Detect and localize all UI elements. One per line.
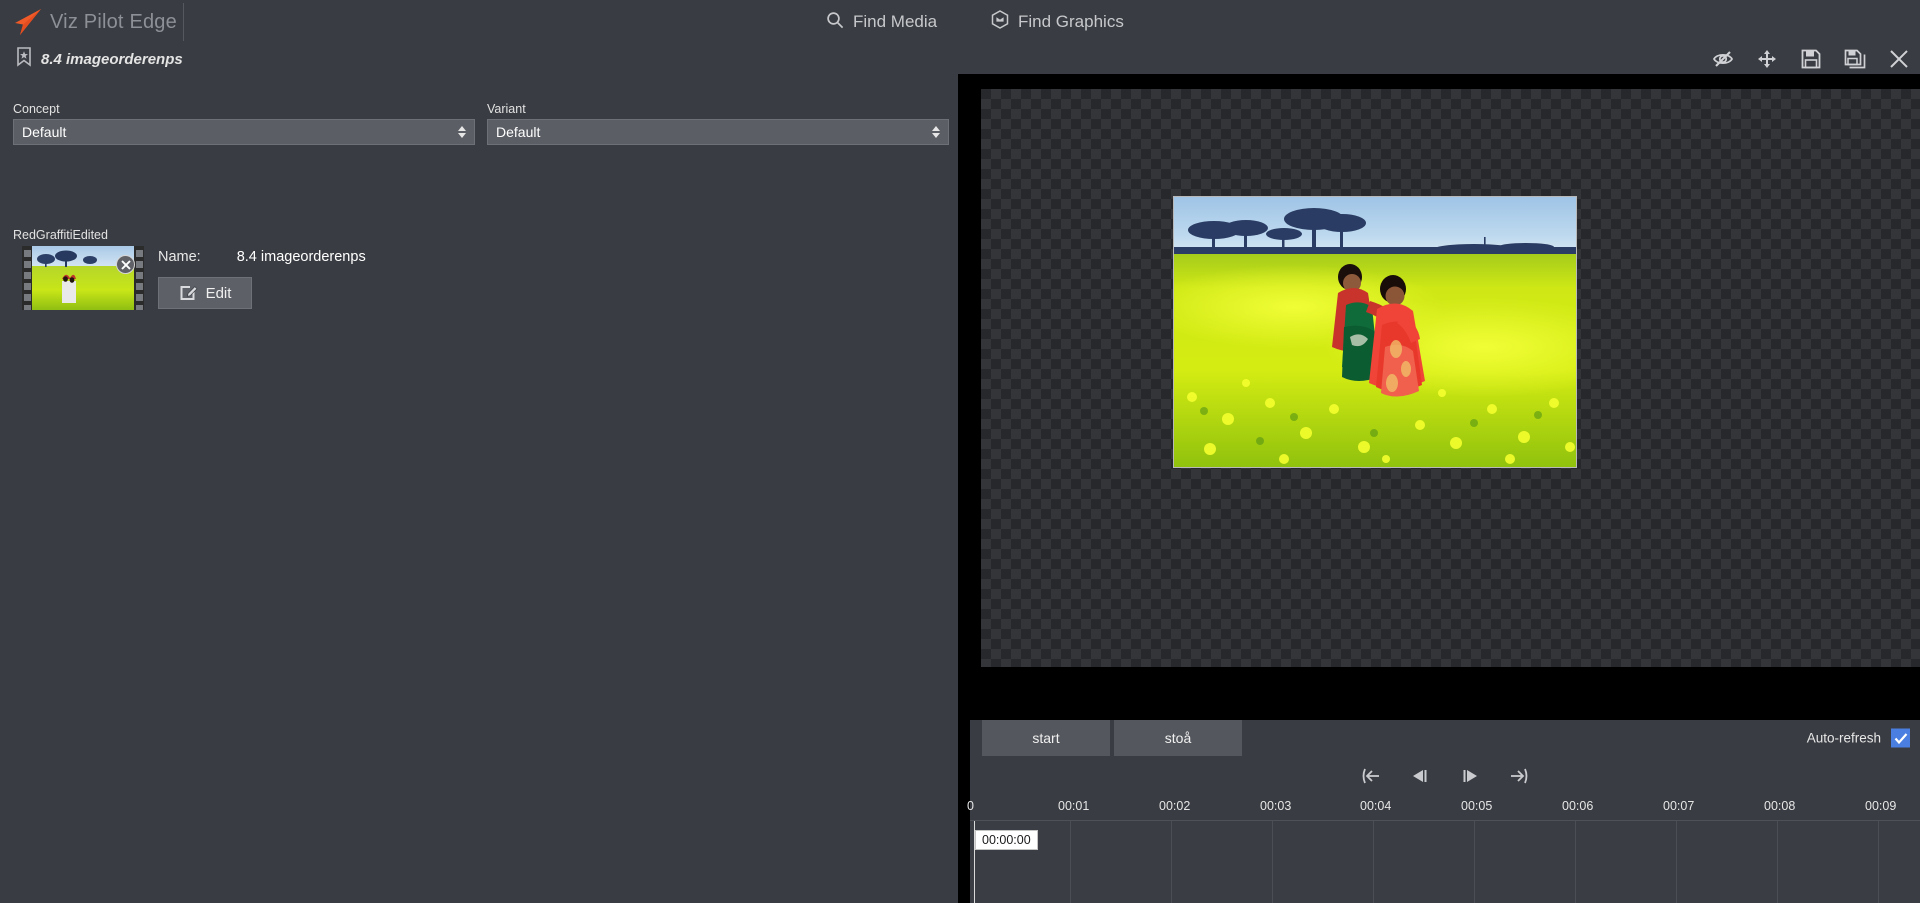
timeline-tick: 00:03 — [1260, 799, 1292, 813]
thumbnail-image — [32, 246, 134, 310]
eye-off-icon[interactable] — [1712, 48, 1734, 70]
variant-label: Variant — [487, 102, 526, 116]
document-title-row: 8.4 imageorderenps — [0, 44, 1920, 74]
timeline-tick: 00:01 — [1058, 799, 1090, 813]
editor-panel: Concept Default Variant Default RedGraff… — [0, 74, 958, 878]
search-icon — [826, 11, 844, 34]
chevron-updown-icon — [932, 126, 940, 138]
playhead-timecode[interactable]: 00:00:00 — [975, 830, 1038, 850]
find-media-label: Find Media — [853, 12, 938, 31]
auto-refresh-checkbox[interactable] — [1891, 728, 1910, 748]
concept-value: Default — [22, 124, 67, 140]
move-icon[interactable] — [1756, 48, 1778, 70]
cube-graphics-icon — [991, 10, 1009, 34]
pencil-edit-icon — [179, 282, 198, 305]
timeline-tick: 0 — [967, 799, 974, 813]
step-controls-row — [970, 756, 1920, 796]
timeline-tick: 00:06 — [1562, 799, 1594, 813]
film-strip-frame — [22, 246, 144, 310]
name-field-row: Name: 8.4 imageorderenps — [158, 249, 366, 265]
edit-button[interactable]: Edit — [158, 277, 252, 309]
variant-value: Default — [496, 124, 541, 140]
preview-panel: start stoå Auto-refresh 0 00:01 00:02 00… — [958, 74, 1920, 903]
timeline-tick: 00:07 — [1663, 799, 1695, 813]
film-holes-left — [22, 246, 32, 310]
start-button[interactable]: start — [982, 720, 1110, 756]
document-title-group: 8.4 imageorderenps — [16, 47, 183, 72]
preview-image — [1173, 196, 1577, 468]
stop-button[interactable]: stoå — [1114, 720, 1242, 756]
document-title: 8.4 imageorderenps — [41, 51, 183, 68]
save-as-icon[interactable] — [1844, 48, 1866, 70]
timeline-tick: 00:08 — [1764, 799, 1796, 813]
component-name-label: RedGraffitiEdited — [13, 228, 108, 242]
concept-select[interactable]: Default — [13, 119, 475, 145]
find-graphics-label: Find Graphics — [1018, 12, 1124, 31]
auto-refresh-group: Auto-refresh — [1806, 728, 1910, 748]
close-icon[interactable] — [1888, 48, 1910, 70]
jump-to-start-icon[interactable] — [1358, 764, 1382, 788]
timeline-tick: 00:05 — [1461, 799, 1493, 813]
jump-to-end-icon[interactable] — [1508, 764, 1532, 788]
step-forward-icon[interactable] — [1458, 764, 1482, 788]
remove-circle-icon[interactable] — [116, 255, 135, 274]
media-thumbnail[interactable] — [22, 246, 144, 310]
brand-divider — [182, 3, 184, 41]
concept-label: Concept — [13, 102, 60, 116]
timeline-tick: 00:09 — [1865, 799, 1897, 813]
arrow-logo-icon — [8, 7, 44, 37]
step-back-icon[interactable] — [1408, 764, 1432, 788]
edit-button-label: Edit — [205, 284, 232, 302]
preview-stage — [970, 74, 1920, 682]
timeline-ruler[interactable]: 0 00:01 00:02 00:03 00:04 00:05 00:06 00… — [967, 796, 1920, 820]
top-bar: Viz Pilot Edge Find Media Find Graphics — [0, 0, 1920, 44]
timeline-tick: 00:04 — [1360, 799, 1392, 813]
brand-name: Viz Pilot Edge — [50, 10, 177, 33]
find-media-button[interactable]: Find Media — [820, 0, 943, 44]
variant-select[interactable]: Default — [487, 119, 949, 145]
timeline-track-area[interactable]: 00:00:00 — [970, 820, 1920, 903]
chevron-updown-icon — [458, 126, 466, 138]
find-graphics-button[interactable]: Find Graphics — [985, 0, 1130, 44]
window-tools — [1712, 44, 1910, 74]
name-field-label: Name: — [158, 249, 201, 265]
save-icon[interactable] — [1800, 48, 1822, 70]
timeline-tick: 00:02 — [1159, 799, 1191, 813]
auto-refresh-label: Auto-refresh — [1806, 730, 1881, 746]
name-field-value: 8.4 imageorderenps — [236, 249, 366, 265]
bookmark-star-icon — [16, 47, 32, 72]
film-holes-right — [134, 246, 144, 310]
brand: Viz Pilot Edge — [0, 0, 202, 44]
transport-row: start stoå Auto-refresh — [970, 720, 1920, 756]
